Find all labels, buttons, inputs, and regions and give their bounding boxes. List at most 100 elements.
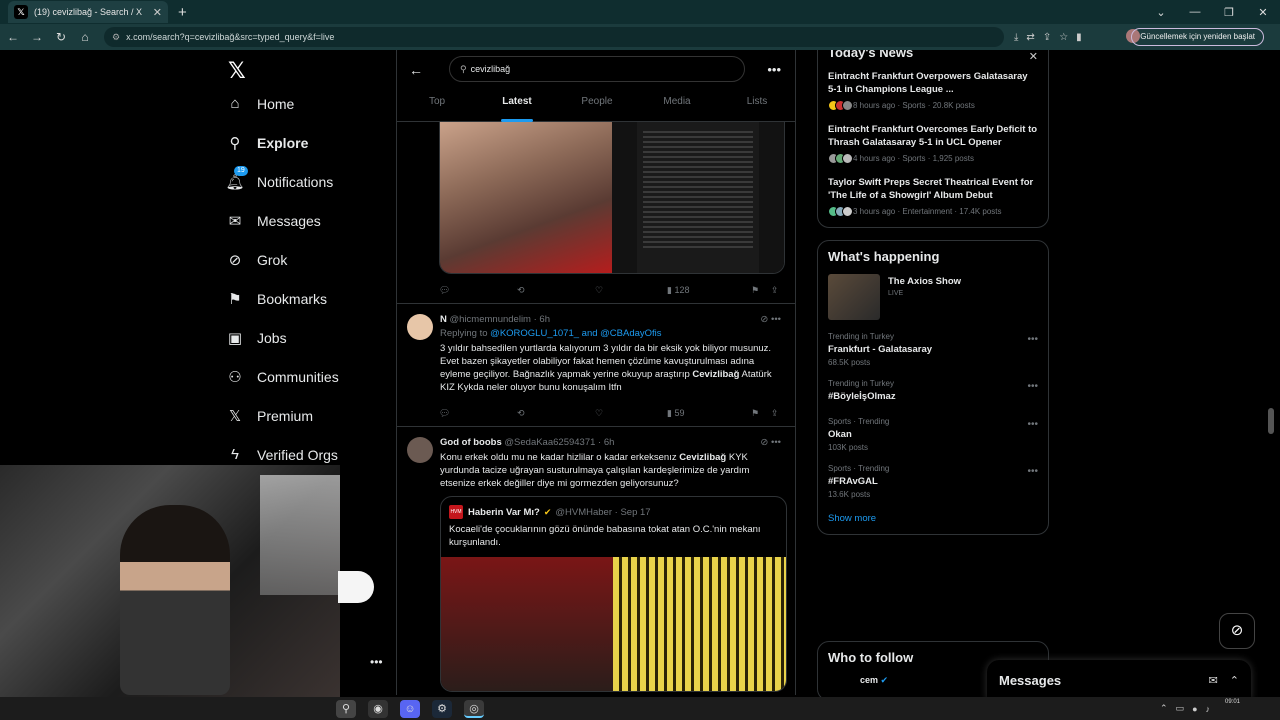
post-button-partial[interactable] <box>338 571 374 603</box>
more-icon[interactable]: ⊘ ••• <box>760 437 781 448</box>
forward-button[interactable]: → <box>26 30 48 44</box>
more-icon[interactable]: ••• <box>1027 466 1038 477</box>
back-arrow-icon[interactable]: ← <box>409 62 423 78</box>
tab-close-icon[interactable]: ✕ <box>153 6 162 19</box>
bookmark-icon[interactable]: ⚑ <box>751 285 771 296</box>
like-icon[interactable]: ♡ <box>595 408 667 419</box>
author-name[interactable]: N <box>440 314 447 325</box>
news-item[interactable]: Eintracht Frankfurt Overpowers Galatasar… <box>818 64 1048 117</box>
nav-grok[interactable]: ⊘ Grok <box>224 240 394 279</box>
tab-top[interactable]: Top <box>397 96 477 122</box>
tweet-time[interactable]: 6h <box>539 314 550 325</box>
news-item[interactable]: Eintracht Frankfurt Overcomes Early Defi… <box>818 117 1048 170</box>
nav-communities[interactable]: ⚇ Communities <box>224 357 394 396</box>
more-icon[interactable]: ⊘ ••• <box>760 314 781 325</box>
tweet-media[interactable] <box>439 122 785 274</box>
tab-lists[interactable]: Lists <box>717 96 795 122</box>
site-info-icon[interactable]: ⚙ <box>112 32 120 43</box>
search-input[interactable]: ⚲ cevizlibağ <box>449 56 745 82</box>
obs-app-icon[interactable]: ◉ <box>368 699 388 718</box>
share-icon[interactable]: ⇪ <box>771 285 779 296</box>
speaker-icon[interactable]: ♪ <box>1206 704 1211 714</box>
nav-home[interactable]: ⌂ Home <box>224 84 394 123</box>
media-photo[interactable] <box>612 122 784 273</box>
views-count[interactable]: ▮ 128 <box>667 285 751 296</box>
sidebar-icon[interactable]: ▮ <box>1076 32 1082 43</box>
minimize-button[interactable]: — <box>1178 6 1212 18</box>
expand-icon[interactable]: ⌃ <box>1230 674 1239 687</box>
grok-floating-button[interactable]: ⊘ <box>1219 613 1255 649</box>
trend-item[interactable]: Sports · Trending Okan 103K posts ••• <box>818 411 1048 458</box>
steam-app-icon[interactable]: ⚙ <box>432 699 452 718</box>
maximize-button[interactable]: ❐ <box>1212 6 1246 19</box>
download-icon[interactable]: ⤓ <box>1014 32 1018 43</box>
live-event[interactable]: The Axios Show LIVE <box>818 268 1048 326</box>
chevron-up-icon[interactable]: ⌃ <box>1160 703 1168 714</box>
share-icon[interactable]: ⇪ <box>771 408 779 419</box>
address-bar[interactable]: ⚙ x.com/search?q=cevizlibağ&src=typed_qu… <box>104 27 1004 47</box>
show-more-link[interactable]: Show more <box>818 505 1048 534</box>
tweet[interactable]: N @hicmemnundelim · 6h ⊘ ••• Replying to… <box>397 304 795 427</box>
retweet-icon[interactable]: ⟲ <box>517 408 595 419</box>
back-button[interactable]: ← <box>2 30 24 44</box>
like-icon[interactable]: ♡ <box>595 285 667 296</box>
reply-icon[interactable]: 💬︎ <box>439 285 517 296</box>
tweet[interactable]: 💬︎ ⟲ ♡ ▮ 128 ⚑ ⇪ <box>397 122 795 304</box>
update-button[interactable]: Güncellemek için yeniden başlat <box>1131 28 1264 46</box>
author-handle[interactable]: @SedaKaa62594371 <box>504 437 595 448</box>
media-photo[interactable] <box>440 122 612 273</box>
clock[interactable]: 09:01 <box>1225 699 1240 705</box>
nav-messages[interactable]: ✉ Messages <box>224 201 394 240</box>
system-tray: ⌃ ▭ ● ♪ <box>1160 697 1210 720</box>
messages-drawer[interactable]: Messages ✉ ⌃ <box>987 660 1251 700</box>
tab-media[interactable]: Media <box>637 96 717 122</box>
tab-latest[interactable]: Latest <box>477 96 557 122</box>
account-more-icon[interactable]: ••• <box>370 655 383 669</box>
discord-app-icon[interactable]: ☺ <box>400 699 420 718</box>
star-icon[interactable]: ☆ <box>1059 32 1068 43</box>
nav-premium[interactable]: 𝕏 Premium <box>224 396 394 435</box>
bookmark-icon[interactable]: ⚑ <box>751 408 771 419</box>
x-logo-icon[interactable]: 𝕏 <box>228 58 394 84</box>
nav-jobs[interactable]: ▣ Jobs <box>224 318 394 357</box>
home-button[interactable]: ⌂ <box>74 30 96 44</box>
browser-tab[interactable]: 𝕏 (19) cevizlibağ - Search / X ✕ <box>8 1 168 23</box>
trend-item[interactable]: Trending in Turkey #BöyleİşOlmaz ••• <box>818 373 1048 411</box>
close-icon[interactable]: ✕ <box>1029 50 1038 63</box>
author-handle[interactable]: @hicmemnundelim <box>450 314 531 325</box>
translate-icon[interactable]: ⇄ <box>1026 32 1034 43</box>
author-name[interactable]: God of boobs <box>440 437 502 448</box>
quoted-tweet[interactable]: HVM Haberin Var Mı? ✔ @HVMHaber · Sep 17… <box>440 496 787 692</box>
more-icon[interactable]: ••• <box>1027 334 1038 345</box>
more-options-icon[interactable]: ••• <box>767 62 781 77</box>
news-item[interactable]: Taylor Swift Preps Secret Theatrical Eve… <box>818 170 1048 227</box>
quote-media[interactable] <box>441 557 786 691</box>
views-count[interactable]: ▮ 59 <box>667 408 751 419</box>
mic-icon[interactable]: ● <box>1192 704 1197 714</box>
close-window-button[interactable]: ✕ <box>1246 6 1280 19</box>
replying-to-link[interactable]: @KOROGLU_1071_ and @CBAdayOfis <box>490 328 661 339</box>
reply-icon[interactable]: 💬︎ <box>439 408 517 419</box>
trend-item[interactable]: Sports · Trending #FRAvGAL 13.6K posts •… <box>818 458 1048 505</box>
tweet-time[interactable]: 6h <box>604 437 615 448</box>
chrome-app-icon[interactable]: ◎ <box>464 699 484 718</box>
more-icon[interactable]: ••• <box>1027 381 1038 392</box>
nav-explore[interactable]: ⚲ Explore <box>224 123 394 162</box>
retweet-icon[interactable]: ⟲ <box>517 285 595 296</box>
network-icon[interactable]: ▭ <box>1176 703 1185 714</box>
avatar[interactable] <box>407 314 433 340</box>
share-icon[interactable]: ⇪ <box>1043 32 1051 43</box>
tab-search-icon[interactable]: ⌄ <box>1144 6 1178 19</box>
nav-bookmarks[interactable]: ⚑ Bookmarks <box>224 279 394 318</box>
tweet[interactable]: God of boobs @SedaKaa62594371 · 6h ⊘ •••… <box>397 427 795 695</box>
trend-item[interactable]: Trending in Turkey Frankfurt - Galatasar… <box>818 326 1048 373</box>
page-scrollbar[interactable] <box>1268 408 1274 434</box>
compose-message-icon[interactable]: ✉ <box>1209 674 1218 687</box>
tab-people[interactable]: People <box>557 96 637 122</box>
more-icon[interactable]: ••• <box>1027 419 1038 430</box>
nav-notifications[interactable]: 🔔︎ 19 Notifications <box>224 162 394 201</box>
avatar[interactable] <box>407 437 433 463</box>
reload-button[interactable]: ↻ <box>50 30 72 44</box>
new-tab-button[interactable]: + <box>178 4 187 21</box>
search-app-icon[interactable]: ⚲ <box>336 699 356 718</box>
